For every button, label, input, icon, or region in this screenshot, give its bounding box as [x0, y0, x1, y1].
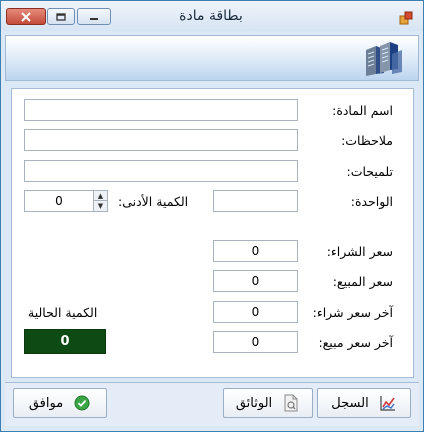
hints-label: تلميحات: — [346, 164, 393, 179]
unit-input[interactable] — [213, 190, 298, 212]
documents-button-label: الوثائق — [235, 395, 273, 411]
close-icon — [21, 11, 31, 22]
form-panel: اسم المادة: ملاحظات: تلميحات: الواحدة: ا… — [11, 88, 414, 378]
servers-icon — [366, 42, 402, 76]
minimize-button[interactable] — [77, 8, 111, 25]
window-title: بطاقة مادة — [179, 8, 243, 24]
purchase-price-input[interactable]: 0 — [213, 240, 298, 262]
spin-up-icon[interactable]: ▲ — [93, 191, 107, 201]
close-button[interactable] — [6, 8, 46, 25]
item-name-input[interactable] — [24, 99, 298, 121]
last-purchase-price-label: آخر سعر شراء: — [312, 305, 393, 320]
min-qty-stepper[interactable]: 0 ▲ ▼ — [24, 190, 108, 212]
minimize-icon — [90, 17, 98, 20]
log-button[interactable]: السجل — [317, 388, 411, 418]
ok-button-label: موافق — [28, 395, 64, 411]
chart-icon — [379, 394, 397, 412]
spin-down-icon[interactable]: ▼ — [93, 201, 107, 211]
last-sale-price-label: آخر سعر مبيع: — [318, 335, 393, 350]
min-qty-value: 0 — [55, 194, 63, 208]
current-qty-display: 0 — [24, 329, 106, 354]
hints-input[interactable] — [24, 160, 298, 182]
last-sale-price-input[interactable]: 0 — [213, 331, 298, 353]
last-purchase-price-input[interactable]: 0 — [213, 301, 298, 323]
item-name-label: اسم المادة: — [332, 103, 393, 118]
item-card-window: بطاقة مادة اسم المادة: ملاحظات: تلميحات:… — [0, 0, 424, 432]
purchase-price-label: سعر الشراء: — [326, 244, 393, 259]
notes-label: ملاحظات: — [341, 133, 393, 148]
title-bar[interactable]: بطاقة مادة — [1, 1, 423, 31]
check-icon — [73, 394, 91, 412]
sale-price-input[interactable]: 0 — [213, 270, 298, 292]
current-qty-label: الكمية الحالية — [28, 305, 98, 320]
sale-price-label: سعر المبيع: — [332, 274, 393, 289]
app-icon — [399, 11, 413, 25]
maximize-button[interactable] — [47, 8, 75, 25]
notes-input[interactable] — [24, 129, 298, 151]
footer-bar: موافق الوثائق السجل — [5, 382, 419, 426]
maximize-icon — [56, 12, 66, 21]
document-icon — [282, 394, 300, 412]
min-qty-label: الكمية الأدنى: — [118, 194, 189, 209]
documents-button[interactable]: الوثائق — [223, 388, 313, 418]
log-button-label: السجل — [331, 395, 369, 411]
unit-label: الواحدة: — [350, 194, 393, 209]
header-banner — [5, 35, 419, 81]
ok-button[interactable]: موافق — [13, 388, 107, 418]
